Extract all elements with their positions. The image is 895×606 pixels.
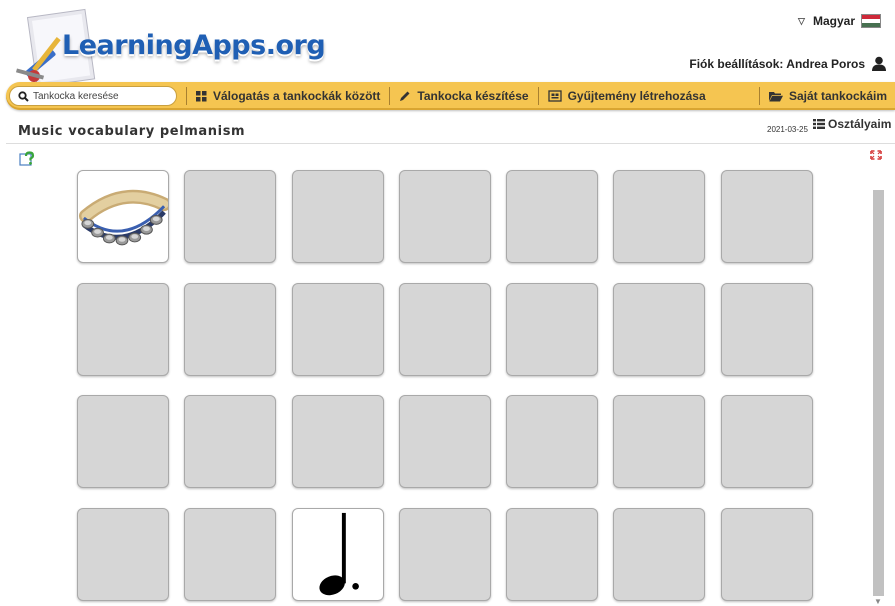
app-date: 2021-03-25 bbox=[767, 125, 808, 134]
memory-card[interactable] bbox=[291, 170, 384, 263]
create-app-button[interactable]: Tankocka készítése bbox=[399, 89, 529, 103]
dotted-half-note-icon bbox=[318, 512, 359, 595]
memory-card[interactable] bbox=[506, 170, 599, 263]
memory-card[interactable] bbox=[398, 507, 491, 601]
app-title: Music vocabulary pelmanism bbox=[18, 124, 246, 139]
help-icon[interactable] bbox=[19, 151, 35, 167]
toolbar-divider bbox=[389, 87, 391, 105]
pencil-icon bbox=[400, 91, 410, 101]
language-selector[interactable]: ▽ Magyar bbox=[798, 14, 881, 28]
scrollbar-thumb[interactable] bbox=[873, 190, 884, 596]
my-classes-label: Osztályaim bbox=[828, 117, 892, 131]
memory-card[interactable] bbox=[291, 395, 384, 488]
language-label: Magyar bbox=[812, 14, 855, 28]
create-collection-label: Gyűjtemény létrehozása bbox=[567, 89, 706, 103]
memory-card-grid bbox=[77, 170, 813, 601]
memory-card[interactable] bbox=[184, 507, 277, 601]
memory-card[interactable] bbox=[720, 507, 813, 601]
search-box[interactable] bbox=[9, 86, 177, 106]
memory-card[interactable] bbox=[291, 282, 384, 376]
browse-apps-button[interactable]: Válogatás a tankockák között bbox=[196, 89, 380, 103]
my-apps-label: Saját tankockáim bbox=[788, 89, 887, 103]
memory-card[interactable] bbox=[613, 395, 706, 488]
memory-card-revealed[interactable] bbox=[77, 170, 169, 263]
memory-card[interactable] bbox=[398, 395, 491, 488]
memory-card[interactable] bbox=[184, 170, 277, 263]
account-label: Fiók beállítások: Andrea Poros bbox=[689, 56, 865, 71]
folder-icon bbox=[768, 91, 783, 101]
memory-card[interactable] bbox=[613, 507, 706, 601]
title-divider bbox=[6, 143, 895, 144]
memory-card[interactable] bbox=[184, 282, 277, 376]
scroll-down-arrow-icon[interactable]: ▼ bbox=[874, 597, 882, 606]
memory-card[interactable] bbox=[613, 170, 706, 263]
dropdown-triangle-icon: ▽ bbox=[798, 15, 805, 26]
memory-card[interactable] bbox=[77, 507, 169, 601]
memory-card[interactable] bbox=[613, 282, 706, 376]
logo-text[interactable]: LearningApps.org bbox=[62, 30, 326, 61]
toolbar-divider bbox=[186, 87, 187, 105]
create-collection-button[interactable]: Gyűjtemény létrehozása bbox=[547, 89, 706, 103]
memory-card[interactable] bbox=[506, 282, 599, 376]
main-toolbar: Válogatás a tankockák között Tankocka ké… bbox=[6, 82, 895, 110]
browse-apps-label: Válogatás a tankockák között bbox=[213, 89, 381, 103]
memory-card[interactable] bbox=[720, 395, 813, 488]
memory-card[interactable] bbox=[506, 507, 599, 601]
create-app-label: Tankocka készítése bbox=[417, 89, 529, 103]
search-icon bbox=[18, 90, 29, 102]
user-icon bbox=[872, 56, 886, 71]
search-input[interactable] bbox=[33, 90, 173, 102]
toolbar-divider bbox=[537, 87, 539, 105]
memory-card[interactable] bbox=[77, 395, 169, 488]
memory-card-revealed[interactable] bbox=[291, 507, 384, 601]
memory-card[interactable] bbox=[398, 170, 491, 263]
toolbar-divider bbox=[758, 87, 760, 105]
memory-card[interactable] bbox=[720, 282, 813, 376]
memory-card[interactable] bbox=[506, 395, 599, 488]
account-settings-link[interactable]: Fiók beállítások: Andrea Poros bbox=[689, 56, 887, 71]
fullscreen-icon[interactable] bbox=[870, 150, 882, 160]
grid-icon bbox=[196, 90, 207, 101]
memory-card[interactable] bbox=[398, 282, 491, 376]
list-icon bbox=[813, 119, 825, 129]
my-classes-button[interactable]: Osztályaim bbox=[813, 117, 891, 131]
memory-card[interactable] bbox=[77, 282, 169, 376]
hungarian-flag-icon bbox=[861, 14, 881, 28]
collection-icon bbox=[547, 90, 562, 102]
memory-card[interactable] bbox=[720, 170, 813, 263]
tambourine-icon bbox=[78, 189, 168, 246]
my-apps-button[interactable]: Saját tankockáim bbox=[768, 89, 887, 103]
game-scrollbar[interactable]: ▼ bbox=[870, 160, 886, 606]
memory-card[interactable] bbox=[184, 395, 277, 488]
